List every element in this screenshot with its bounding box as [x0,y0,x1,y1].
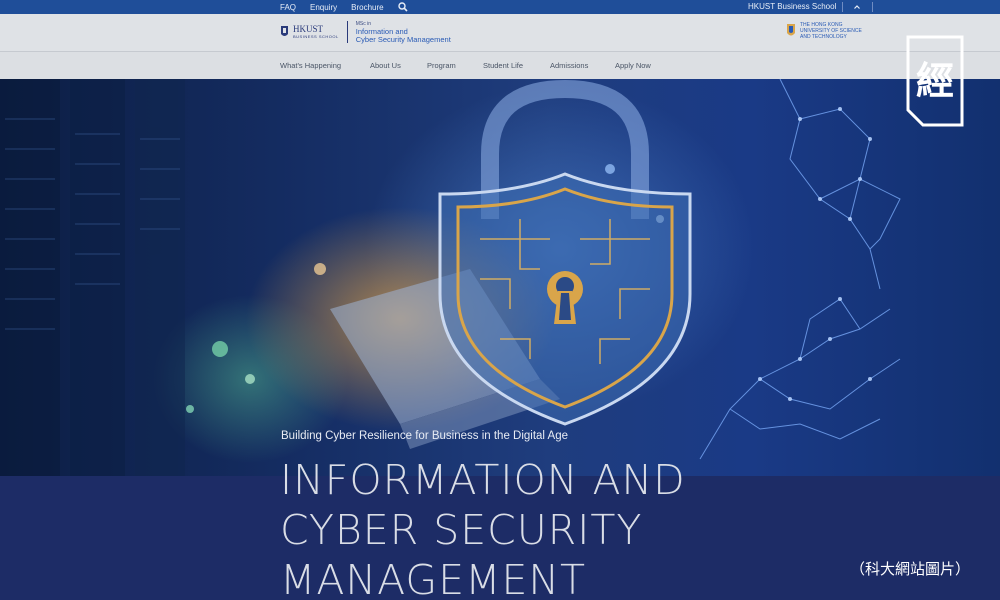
hkust-logo-text: HKUST [293,24,324,34]
nav-item-admissions[interactable]: Admissions [550,61,615,70]
nav-item-apply-now[interactable]: Apply Now [615,61,675,70]
program-line-2: Cyber Security Management [355,35,451,44]
server-racks-illustration [0,79,185,476]
logo-divider [346,21,348,43]
nav-item-about-us[interactable]: About Us [370,61,427,70]
nav-item-program[interactable]: Program [427,61,483,70]
hkust-logo-sub: BUSINESS SCHOOL [293,34,339,39]
university-logo[interactable]: THE HONG KONG UNIVERSITY OF SCIENCE AND … [786,22,862,40]
search-icon[interactable] [397,2,408,12]
network-wireframe [699,79,901,460]
brochure-link[interactable]: Brochure [351,3,383,12]
nav-item-student-life[interactable]: Student Life [483,61,550,70]
utility-bar: FAQ Enquiry Brochure HKUST Business Scho… [0,0,1000,14]
utility-divider [872,2,873,12]
image-caption: （科大網站圖片） [850,560,971,578]
nav-item-whats-happening[interactable]: What's Happening [280,61,370,70]
site-header: HKUST BUSINESS SCHOOL MSc in Information… [0,14,1000,52]
main-nav: What's Happening About Us Program Studen… [0,52,1000,79]
hero-title: INFORMATION AND CYBER SECURITY MANAGEMEN… [280,455,840,600]
program-name: MSc in Information and Cyber Security Ma… [356,20,451,44]
chevron-up-icon[interactable] [852,2,862,12]
program-logo[interactable]: HKUST BUSINESS SCHOOL MSc in Information… [280,20,451,44]
hero-title-line-3: MANAGEMENT [280,556,587,600]
hero-tagline: Building Cyber Resilience for Business i… [281,430,569,442]
hero-title-line-1: INFORMATION AND [280,456,686,504]
business-school-link[interactable]: HKUST Business School [748,0,836,14]
faq-link[interactable]: FAQ [280,3,296,12]
badge-character: 經 [916,59,954,103]
network-nodes [758,107,872,401]
enquiry-link[interactable]: Enquiry [310,3,337,12]
hero-illustration [0,79,901,476]
university-line-3: AND TECHNOLOGY [800,34,847,40]
nav-items: What's Happening About Us Program Studen… [280,52,675,79]
hero-banner: Building Cyber Resilience for Business i… [0,79,1000,476]
hkust-crest-icon [281,26,288,36]
utility-divider [842,2,843,12]
hkust-wordmark: HKUST BUSINESS SCHOOL [293,24,339,40]
university-crest-icon [787,24,795,36]
publisher-watermark-badge: 經 [906,35,964,127]
university-name: THE HONG KONG UNIVERSITY OF SCIENCE AND … [800,22,862,40]
utility-links: FAQ Enquiry Brochure [280,0,408,14]
hero-title-line-2: CYBER SECURITY [280,506,643,554]
